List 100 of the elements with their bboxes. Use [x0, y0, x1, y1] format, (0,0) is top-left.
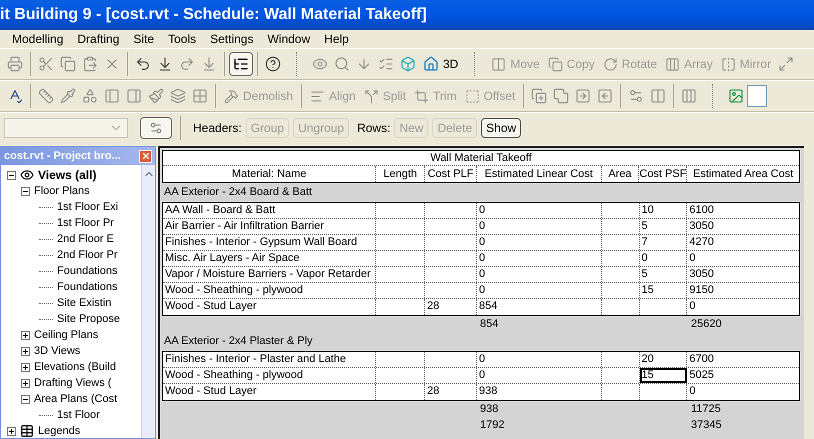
expand-toggle[interactable] [7, 426, 16, 436]
table-cell[interactable]: 0 [477, 235, 602, 250]
input-field[interactable] [747, 85, 768, 107]
expand-toggle[interactable] [21, 362, 30, 372]
tree-item[interactable]: Floor Plans [34, 182, 90, 200]
table-cell[interactable]: 4270 [687, 235, 800, 250]
column-header[interactable]: Cost PSF [639, 166, 688, 182]
subtotal-value: 1792 [479, 418, 506, 433]
tree-item[interactable]: Views (all) [38, 166, 96, 184]
tree-item[interactable]: Ceiling Plans [34, 326, 98, 344]
table-cell[interactable]: Air Barrier - Air Infiltration Barrier [163, 219, 376, 234]
tree-item[interactable]: Area Plans (Cost [34, 390, 118, 408]
table-cell[interactable]: Wood - Stud Layer [163, 299, 376, 315]
collapse-toggle[interactable] [21, 186, 30, 196]
tool-icon [464, 88, 480, 104]
panel-title: cost.rvt - Project bro... [4, 148, 121, 164]
subtotal-value: 11725 [690, 402, 722, 417]
table-cell[interactable]: 0 [477, 352, 602, 367]
properties-icon [149, 120, 163, 134]
table-cell[interactable]: AA Wall - Board & Batt [163, 203, 376, 218]
table-cell[interactable]: 0 [477, 267, 602, 282]
table-cell[interactable]: 0 [477, 283, 602, 298]
tree-item[interactable]: Drafting Views ( [34, 374, 112, 392]
menu-item[interactable]: Drafting [77, 30, 120, 48]
tree-item[interactable]: 2nd Floor E [57, 230, 114, 248]
table-cell[interactable]: 9150 [687, 283, 800, 298]
table-cell[interactable]: 5025 [687, 368, 800, 383]
table-cell[interactable]: Wood - Sheathing - plywood [163, 283, 376, 298]
properties-button[interactable] [140, 116, 172, 138]
table-cell[interactable]: 28 [425, 299, 478, 315]
menu-item[interactable]: Window [267, 30, 310, 48]
table-cell[interactable]: 3050 [687, 219, 800, 234]
table-cell[interactable]: 6700 [687, 352, 800, 367]
menu-item[interactable]: Settings [210, 30, 254, 48]
tree-item[interactable]: Foundations [57, 278, 118, 296]
table-cell[interactable]: Finishes - Interior - Gypsum Wall Board [163, 235, 376, 250]
table-cell[interactable]: 15 [640, 283, 688, 298]
menu-item[interactable]: Site [133, 30, 154, 48]
expand-toggle[interactable] [21, 378, 30, 388]
tree-item[interactable]: Elevations (Build [34, 358, 116, 376]
tree-item[interactable]: Site Existin [57, 294, 112, 312]
table-cell[interactable]: Wood - Sheathing - plywood [163, 368, 376, 383]
table-cell[interactable]: 0 [640, 251, 688, 266]
close-icon [140, 151, 150, 161]
column-header[interactable]: Estimated Linear Cost [476, 166, 602, 182]
table-cell[interactable]: 15 [640, 368, 688, 383]
tree-item[interactable]: 3D Views [34, 342, 80, 360]
column-header[interactable]: Length [376, 166, 426, 182]
tree-item[interactable]: Foundations [57, 262, 118, 280]
table-cell[interactable]: 0 [687, 251, 800, 266]
scrollbar[interactable] [141, 165, 155, 438]
menu-item[interactable]: Modelling [12, 30, 64, 48]
table-cell[interactable]: 0 [477, 219, 602, 234]
tree-item[interactable]: 1st Floor Pr [57, 214, 114, 232]
subtotal-value: 25620 [690, 317, 723, 332]
close-button[interactable] [139, 150, 152, 162]
table-cell[interactable]: 0 [477, 368, 602, 383]
tree-item[interactable]: 2nd Floor Pr [57, 246, 118, 264]
column-header[interactable]: Estimated Area Cost [687, 166, 799, 182]
tool-icon [602, 56, 618, 72]
table-cell[interactable]: Misc. Air Layers - Air Space [163, 251, 376, 266]
subtotal-value: 938 [479, 402, 500, 417]
table-cell[interactable]: 938 [477, 384, 602, 400]
tool-icon [364, 88, 379, 104]
table-cell[interactable]: 3050 [687, 267, 800, 282]
column-header[interactable]: Cost PLF [425, 166, 477, 182]
subtotal-value: 854 [479, 317, 500, 332]
column-header[interactable]: Material: Name [163, 166, 376, 182]
menu-item[interactable]: Help [324, 30, 349, 48]
table-cell[interactable]: 0 [477, 203, 602, 218]
table-cell[interactable]: Wood - Stud Layer [163, 384, 376, 400]
table-cell[interactable]: 7 [640, 235, 688, 250]
table-cell[interactable]: 854 [477, 299, 602, 315]
table-cell[interactable]: 0 [477, 251, 602, 266]
tree-item[interactable]: Site Propose [57, 310, 120, 328]
group-header: AA Exterior - 2x4 Board & Batt [164, 184, 312, 200]
3d-view-button[interactable]: 3D [419, 53, 462, 75]
table-cell[interactable]: Finishes - Interior - Plaster and Lathe [163, 352, 376, 367]
table-cell[interactable]: 5 [640, 267, 688, 282]
table-cell[interactable]: 0 [687, 299, 800, 315]
tree-item[interactable]: 1st Floor [57, 406, 100, 424]
tree-item[interactable]: Legends [38, 422, 80, 438]
type-dropdown[interactable] [4, 118, 128, 138]
collapse-toggle[interactable] [7, 170, 16, 180]
tree-toggle-button[interactable] [229, 52, 253, 76]
table-cell[interactable]: 20 [640, 352, 688, 367]
row-button[interactable]: Show [481, 118, 522, 138]
expand-toggle[interactable] [21, 346, 30, 356]
table-cell[interactable]: 10 [640, 203, 688, 218]
menu-item[interactable]: Tools [168, 30, 196, 48]
table-cell[interactable]: Vapor / Moisture Barriers - Vapor Retarder [163, 267, 376, 282]
column-header[interactable]: Area [602, 166, 640, 182]
schedule-title: Wall Material Takeoff [430, 150, 532, 166]
collapse-toggle[interactable] [21, 394, 30, 404]
tree-item[interactable]: 1st Floor Exi [57, 198, 118, 216]
table-cell[interactable]: 0 [687, 384, 800, 400]
table-cell[interactable]: 5 [640, 219, 688, 234]
table-cell[interactable]: 6100 [687, 203, 800, 218]
expand-toggle[interactable] [21, 330, 30, 340]
table-cell[interactable]: 28 [425, 384, 478, 400]
